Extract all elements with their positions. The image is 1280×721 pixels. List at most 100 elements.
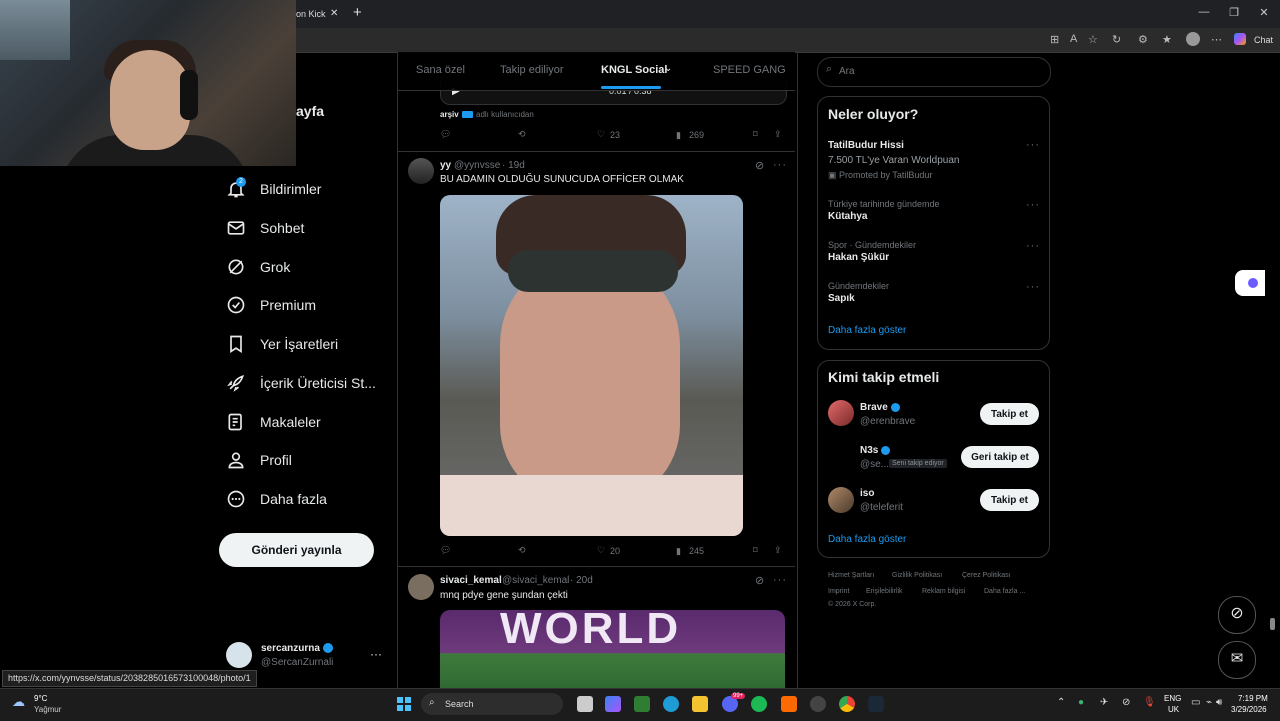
bookmark-action-icon[interactable]: ⌑	[753, 129, 758, 140]
user-name[interactable]: Brave	[860, 402, 888, 413]
views-icon[interactable]: ▮	[676, 130, 681, 141]
user-name[interactable]: iso	[860, 488, 874, 499]
promo-title[interactable]: TatilBudur Hissi	[828, 140, 904, 151]
trend-name[interactable]: Sapık	[828, 293, 855, 304]
messages-fab-icon[interactable]: ✉	[1218, 641, 1256, 679]
task-view-icon[interactable]	[577, 696, 593, 712]
grok-explain-icon[interactable]: ⊘	[755, 159, 764, 172]
copilot-icon[interactable]	[1234, 33, 1246, 45]
nav-grok[interactable]: Grok	[226, 252, 396, 282]
share-icon[interactable]: ⇪	[774, 129, 782, 140]
clock-date[interactable]: 3/29/2026	[1231, 705, 1267, 714]
like-icon[interactable]: ♡	[597, 129, 605, 140]
tab-for-you[interactable]: Sana özel	[416, 64, 465, 76]
tray-app-icon[interactable]: ⊘	[1122, 697, 1130, 708]
file-explorer-icon[interactable]	[692, 696, 708, 712]
app-icon[interactable]	[810, 696, 826, 712]
post-more-icon[interactable]: ···	[773, 159, 787, 171]
user-name[interactable]: N3s	[860, 445, 878, 456]
trend-name[interactable]: Kütahya	[828, 211, 867, 222]
more-menu-icon[interactable]: ⋯	[1211, 33, 1222, 46]
taskbar-search[interactable]	[421, 693, 563, 715]
new-tab-icon[interactable]: +	[353, 4, 362, 21]
footer-link[interactable]: Reklam bilgisi	[922, 588, 965, 595]
account-avatar[interactable]	[226, 642, 252, 668]
mic-icon[interactable]: 🎙︎	[1143, 697, 1156, 708]
display-icon[interactable]: ▭	[1191, 697, 1200, 708]
restore-icon[interactable]: ❐	[1224, 6, 1244, 19]
post-photo[interactable]: WORLD	[440, 610, 785, 688]
nav-bookmarks[interactable]: Yer İşaretleri	[226, 329, 396, 359]
post-button[interactable]: Gönderi yayınla	[219, 533, 374, 567]
tray-overflow-icon[interactable]: ⌃	[1057, 697, 1065, 708]
grok-explain-icon[interactable]: ⊘	[755, 574, 764, 587]
user-avatar[interactable]	[828, 400, 854, 426]
trend-more-icon[interactable]: ···	[1026, 139, 1040, 151]
close-window-icon[interactable]: ✕	[1254, 6, 1274, 19]
windows-start-icon[interactable]	[397, 697, 411, 711]
volume-icon[interactable]: 🔊︎	[1216, 697, 1222, 708]
user-avatar[interactable]	[828, 487, 854, 513]
reply-icon[interactable]: 💬︎	[440, 129, 451, 140]
source-user[interactable]: arşiv	[440, 110, 459, 119]
profile-avatar-icon[interactable]	[1186, 32, 1200, 46]
follow-back-button[interactable]: Geri takip et	[961, 446, 1039, 468]
follow-button[interactable]: Takip et	[980, 489, 1039, 511]
trend-more-icon[interactable]: ···	[1026, 281, 1040, 293]
nav-profile[interactable]: Profil	[226, 445, 396, 475]
nav-articles[interactable]: Makaleler	[226, 407, 396, 437]
favorite-star-icon[interactable]: ☆	[1088, 33, 1098, 46]
footer-link[interactable]: Daha fazla ...	[984, 588, 1025, 595]
chat-label[interactable]: Chat	[1254, 35, 1273, 45]
account-menu-icon[interactable]: ···	[370, 647, 382, 661]
promo-desc[interactable]: 7.500 TL'ye Varan Worldpuan	[828, 155, 959, 166]
chevron-down-icon[interactable]: ⌄	[664, 63, 672, 74]
views-icon[interactable]: ▮	[676, 546, 681, 557]
refresh-icon[interactable]: ↻	[1112, 33, 1121, 46]
clock-time[interactable]: 7:19 PM	[1238, 694, 1268, 703]
like-icon[interactable]: ♡	[597, 545, 605, 556]
trends-show-more[interactable]: Daha fazla göster	[828, 325, 906, 336]
footer-link[interactable]: Gizlilik Politikası	[892, 572, 942, 579]
trend-more-icon[interactable]: ···	[1026, 199, 1040, 211]
post-avatar[interactable]	[408, 158, 434, 184]
post-author-name[interactable]: yy	[440, 160, 451, 171]
scrollbar-thumb[interactable]	[1270, 618, 1275, 630]
weather-desc[interactable]: Yağmur	[34, 705, 61, 714]
close-tab-icon[interactable]: ✕	[330, 8, 338, 19]
read-aloud-icon[interactable]: A	[1070, 33, 1077, 45]
footer-link[interactable]: Erişilebilirlik	[866, 588, 903, 595]
tab-following[interactable]: Takip ediliyor	[500, 64, 564, 76]
post-author-name[interactable]: sivaci_kemal	[440, 575, 502, 586]
tray-app-icon[interactable]: ✈	[1100, 697, 1108, 708]
steam-icon[interactable]	[868, 696, 884, 712]
bookmark-action-icon[interactable]: ⌑	[753, 545, 758, 556]
nav-more[interactable]: Daha fazla	[226, 484, 396, 514]
split-view-icon[interactable]: ⊞	[1050, 33, 1059, 46]
share-icon[interactable]: ⇪	[774, 545, 782, 556]
weather-icon[interactable]: ☁	[12, 694, 25, 710]
favorites-icon[interactable]: ★	[1162, 33, 1172, 46]
tab-kngl-social[interactable]: KNGL Social	[601, 64, 667, 76]
post-avatar[interactable]	[408, 574, 434, 600]
copilot-taskbar-icon[interactable]	[605, 696, 621, 712]
lang-primary[interactable]: ENG	[1164, 694, 1181, 703]
reply-icon[interactable]: 💬︎	[440, 545, 451, 556]
spotify-icon[interactable]	[751, 696, 767, 712]
tab-title[interactable]: on Kick	[296, 9, 326, 19]
edge-icon[interactable]	[663, 696, 679, 712]
nav-creator-studio[interactable]: İçerik Üreticisi St...	[226, 368, 396, 398]
post-author-handle[interactable]: @sivaci_kemal	[502, 575, 569, 586]
app-icon[interactable]	[781, 696, 797, 712]
weather-temp[interactable]: 9°C	[34, 694, 47, 703]
side-panel-toggle[interactable]	[1235, 270, 1265, 296]
store-icon[interactable]	[634, 696, 650, 712]
repost-icon[interactable]: ⟲	[518, 545, 526, 556]
post-author-handle[interactable]: @yynvsse	[454, 160, 500, 171]
extensions-icon[interactable]: ⚙	[1138, 33, 1148, 46]
lang-secondary[interactable]: UK	[1168, 705, 1179, 714]
repost-icon[interactable]: ⟲	[518, 129, 526, 140]
account-name[interactable]: sercanzurna	[261, 643, 320, 654]
nav-messages[interactable]: Sohbet	[226, 213, 396, 243]
minimize-icon[interactable]: —	[1194, 6, 1214, 18]
